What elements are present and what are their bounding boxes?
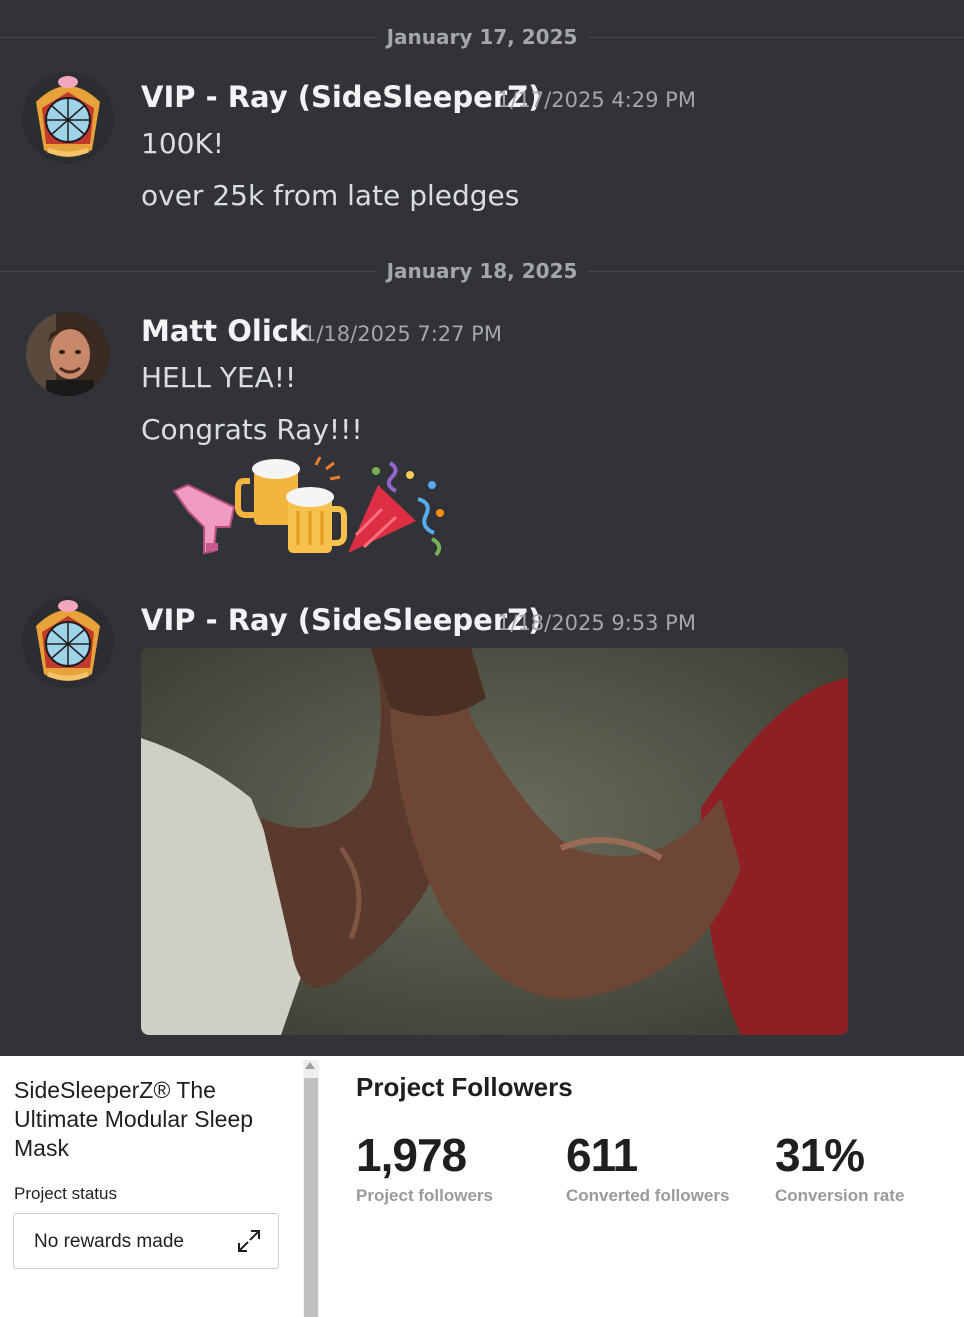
scrollbar-thumb[interactable] bbox=[304, 1078, 318, 1317]
stat-label: Conversion rate bbox=[775, 1186, 905, 1205]
date-divider: January 17, 2025 bbox=[0, 25, 964, 49]
avatar[interactable] bbox=[22, 72, 114, 164]
stat-value: 31% bbox=[775, 1129, 865, 1181]
message-text: HELL YEA!! bbox=[141, 361, 297, 394]
scroll-up-arrow-icon[interactable] bbox=[305, 1062, 315, 1069]
chat-panel: January 17, 2025 VIP - Ray (SideSleeperZ… bbox=[0, 0, 964, 1056]
party-popper-icon bbox=[348, 461, 444, 557]
message-text: over 25k from late pledges bbox=[141, 179, 520, 212]
message-text: Congrats Ray!!! bbox=[141, 413, 363, 446]
followers-section-title: Project Followers bbox=[356, 1072, 573, 1102]
date-divider: January 18, 2025 bbox=[0, 259, 964, 283]
message-text: 100K! bbox=[141, 127, 225, 160]
avatar[interactable] bbox=[22, 596, 114, 688]
stat-value: 611 bbox=[566, 1129, 638, 1181]
message-author[interactable]: VIP - Ray (SideSleeperZ) bbox=[141, 603, 541, 637]
handshake-gif-attachment[interactable] bbox=[141, 648, 848, 1035]
stat-label: Project followers bbox=[356, 1186, 493, 1205]
avatar[interactable] bbox=[26, 312, 110, 396]
message-author[interactable]: Matt Olick bbox=[141, 314, 308, 348]
project-title[interactable]: SideSleeperZ® The Ultimate Modular Sleep… bbox=[14, 1076, 284, 1163]
project-status-value: No rewards made bbox=[34, 1231, 184, 1252]
stat-label: Converted followers bbox=[566, 1186, 730, 1205]
message-timestamp: 1/17/2025 4:29 PM bbox=[497, 88, 696, 112]
project-status-label: Project status bbox=[14, 1184, 117, 1203]
stat-value: 1,978 bbox=[356, 1129, 467, 1181]
mascot-avatar-icon bbox=[22, 596, 114, 688]
emoji-reactions bbox=[170, 455, 460, 565]
mascot-avatar-icon bbox=[22, 72, 114, 164]
handshake-image bbox=[141, 648, 848, 1035]
message-author[interactable]: VIP - Ray (SideSleeperZ) bbox=[141, 80, 541, 114]
ray-gun-icon bbox=[172, 483, 236, 555]
message-timestamp: 1/18/2025 7:27 PM bbox=[303, 322, 502, 346]
date-divider-label: January 17, 2025 bbox=[376, 25, 588, 49]
kickstarter-dashboard: SideSleeperZ® The Ultimate Modular Sleep… bbox=[0, 1056, 964, 1317]
date-divider-label: January 18, 2025 bbox=[376, 259, 588, 283]
expand-icon[interactable] bbox=[236, 1228, 262, 1254]
user-photo-icon bbox=[26, 312, 110, 396]
message-timestamp: 1/18/2025 9:53 PM bbox=[497, 611, 696, 635]
project-status-field[interactable]: No rewards made bbox=[13, 1213, 279, 1269]
beer-mugs-icon bbox=[235, 456, 347, 553]
